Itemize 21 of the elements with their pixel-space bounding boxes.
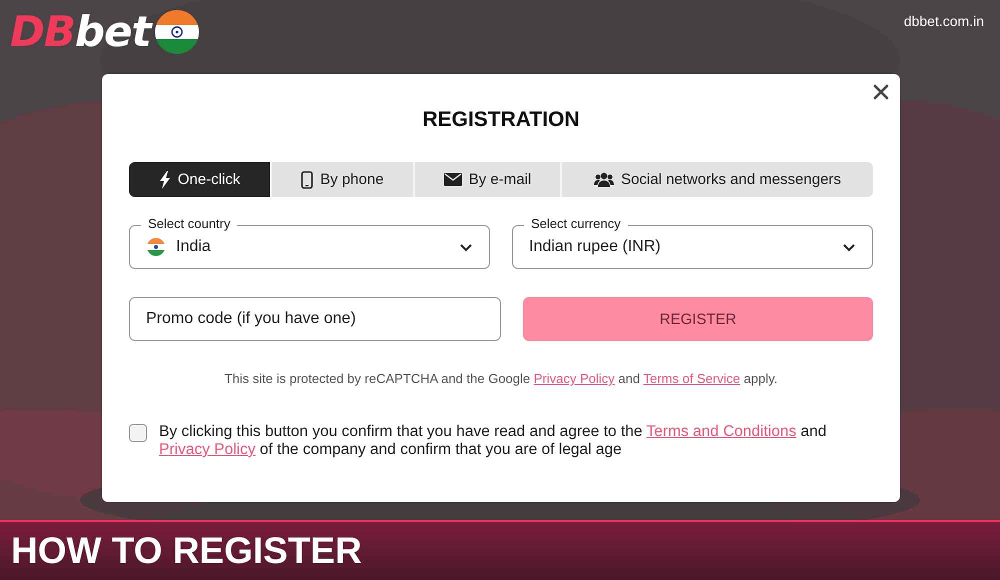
field-label: Select currency <box>524 217 628 231</box>
field-label: Select country <box>141 217 238 231</box>
chevron-down-icon <box>842 242 856 252</box>
lightning-icon <box>158 170 171 188</box>
tab[interactable]: One-click <box>129 162 272 197</box>
agreement-checkbox[interactable] <box>129 424 147 442</box>
chevron-down-icon <box>459 242 473 252</box>
people-icon <box>594 172 614 187</box>
promo-code-field[interactable]: Promo code (if you have one) <box>129 297 501 341</box>
register-button[interactable]: REGISTER <box>523 297 873 341</box>
banner-title: HOW TO REGISTER <box>11 530 362 572</box>
logo[interactable]: DBbet <box>10 9 151 55</box>
dialog-title: REGISTRATION <box>421 107 581 133</box>
envelope-icon <box>444 173 462 186</box>
phone-icon <box>301 170 314 188</box>
close-icon[interactable] <box>873 84 889 100</box>
flag-icon <box>146 237 166 257</box>
agreement-text: By clicking this button you confirm that you have read and agree to the Terms and Conditions and Privacy Policy of the company and confirm that you are of legal age <box>159 423 828 459</box>
flag-icon <box>154 10 199 54</box>
site-url: dbbet.com.in <box>904 13 984 29</box>
recaptcha-notice: This site is protected by reCAPTCHA and the Google Privacy Policy and Terms of Service apply. <box>223 371 779 386</box>
